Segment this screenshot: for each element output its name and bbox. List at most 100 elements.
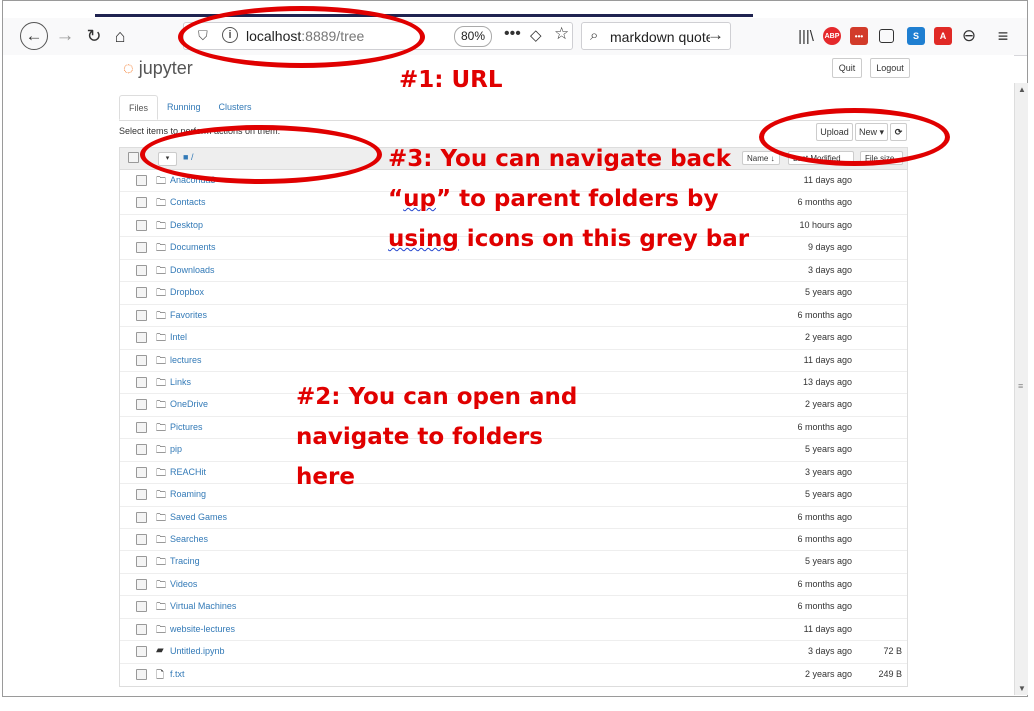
- library-button[interactable]: |||\: [796, 23, 816, 49]
- account-button[interactable]: ⊖: [959, 23, 979, 49]
- tab-clusters[interactable]: Clusters: [210, 95, 261, 120]
- row-checkbox[interactable]: [136, 511, 147, 523]
- row-checkbox[interactable]: [136, 578, 147, 590]
- file-row[interactable]: ▰ Untitled.ipynb 3 days ago 72 B: [120, 641, 907, 664]
- file-name-link[interactable]: REACHit: [170, 467, 206, 477]
- menu-button[interactable]: ≡: [993, 23, 1013, 49]
- file-row[interactable]: 🗀 lectures 11 days ago: [120, 350, 907, 372]
- file-modified: 11 days ago: [803, 175, 852, 185]
- file-name-link[interactable]: pip: [170, 444, 182, 454]
- row-checkbox[interactable]: [136, 332, 147, 344]
- file-row[interactable]: 🗀 Roaming 5 years ago: [120, 484, 907, 507]
- forward-button[interactable]: →: [55, 23, 75, 49]
- row-checkbox[interactable]: [136, 264, 147, 276]
- file-name-link[interactable]: Downloads: [170, 265, 215, 275]
- logout-button[interactable]: Logout: [870, 58, 910, 78]
- row-checkbox[interactable]: [136, 197, 147, 209]
- file-name-link[interactable]: Tracing: [170, 556, 200, 566]
- file-row[interactable]: 🗀 Intel 2 years ago: [120, 327, 907, 350]
- reload-button[interactable]: ↻: [83, 23, 105, 49]
- file-name-link[interactable]: lectures: [170, 355, 202, 365]
- quit-button[interactable]: Quit: [832, 58, 862, 78]
- search-bar[interactable]: ⌕ markdown quote l →: [581, 22, 731, 50]
- s-extension-icon[interactable]: S: [907, 27, 925, 45]
- file-row[interactable]: 🗀 website-lectures 11 days ago: [120, 619, 907, 642]
- scroll-grip-icon[interactable]: ≡: [1018, 381, 1023, 391]
- file-name-link[interactable]: Roaming: [170, 489, 206, 499]
- folder-icon: 🗀: [156, 243, 166, 255]
- file-name-link[interactable]: Intel: [170, 332, 187, 342]
- file-row[interactable]: 🗀 Tracing 5 years ago: [120, 551, 907, 574]
- row-checkbox[interactable]: [136, 534, 147, 545]
- row-checkbox[interactable]: [136, 242, 147, 254]
- annotation-navigate-line2-rest: ” to parent folders by: [435, 186, 719, 212]
- file-name-link[interactable]: OneDrive: [170, 399, 208, 409]
- file-name-link[interactable]: Videos: [170, 579, 197, 589]
- back-button[interactable]: ←: [20, 22, 48, 50]
- row-checkbox[interactable]: [136, 309, 147, 321]
- s-label: S: [912, 31, 919, 41]
- scroll-up-icon[interactable]: ▲: [1018, 85, 1026, 94]
- file-name-link[interactable]: Links: [170, 377, 191, 387]
- row-checkbox[interactable]: [136, 668, 147, 680]
- row-checkbox[interactable]: [136, 556, 147, 568]
- home-button[interactable]: ⌂: [109, 23, 131, 49]
- file-name-link[interactable]: Pictures: [170, 422, 203, 432]
- file-row[interactable]: 🗀 Saved Games 6 months ago: [120, 507, 907, 529]
- file-row[interactable]: 🗀 Dropbox 5 years ago: [120, 282, 907, 305]
- file-row[interactable]: 🗀 Videos 6 months ago: [120, 574, 907, 597]
- row-checkbox[interactable]: [136, 287, 147, 299]
- row-checkbox[interactable]: [136, 399, 147, 411]
- file-name-link[interactable]: Favorites: [170, 310, 207, 320]
- row-checkbox[interactable]: [136, 175, 147, 186]
- row-checkbox[interactable]: [136, 421, 147, 433]
- annotation-ring-url: [178, 6, 425, 68]
- sort-name-button[interactable]: Name ↓: [742, 151, 780, 165]
- file-row[interactable]: 🗀 Virtual Machines 6 months ago: [120, 596, 907, 619]
- jupyter-logo[interactable]: ◌ jupyter: [123, 58, 193, 79]
- row-checkbox[interactable]: [136, 489, 147, 501]
- page-scrollbar[interactable]: ▲ ≡ ▼: [1014, 83, 1028, 695]
- feed-icon[interactable]: •••: [850, 27, 868, 45]
- row-checkbox[interactable]: [136, 466, 147, 478]
- file-name-link[interactable]: Documents: [170, 242, 216, 252]
- file-modified: 3 days ago: [807, 646, 852, 657]
- search-input[interactable]: markdown quote l: [610, 29, 710, 45]
- more-actions-icon[interactable]: •••: [504, 25, 521, 43]
- file-row[interactable]: 🗀 Favorites 6 months ago: [120, 305, 907, 328]
- pdf-icon[interactable]: A: [934, 27, 952, 45]
- file-name-link[interactable]: Contacts: [170, 197, 206, 207]
- row-checkbox[interactable]: [136, 601, 147, 613]
- file-modified: 6 months ago: [797, 601, 852, 612]
- file-name-link[interactable]: Untitled.ipynb: [170, 646, 225, 656]
- file-row[interactable]: 🗀 REACHit 3 years ago: [120, 462, 907, 485]
- row-checkbox[interactable]: [136, 646, 147, 658]
- file-name-link[interactable]: Searches: [170, 534, 208, 544]
- row-checkbox[interactable]: [136, 623, 147, 635]
- row-checkbox[interactable]: [136, 376, 147, 388]
- row-checkbox[interactable]: [136, 354, 147, 366]
- file-name-link[interactable]: Desktop: [170, 220, 203, 230]
- row-checkbox[interactable]: [136, 444, 147, 456]
- search-go-icon[interactable]: →: [707, 25, 724, 45]
- file-name-link[interactable]: Dropbox: [170, 287, 204, 297]
- file-name-link[interactable]: website-lectures: [170, 624, 235, 634]
- select-all-checkbox[interactable]: [128, 152, 139, 163]
- file-modified: 5 years ago: [804, 287, 852, 298]
- file-row[interactable]: 🗋 f.txt 2 years ago 249 B: [120, 664, 907, 686]
- file-modified: 11 days ago: [803, 354, 852, 365]
- scroll-down-icon[interactable]: ▼: [1018, 684, 1026, 693]
- tab-running[interactable]: Running: [158, 95, 210, 120]
- tab-files[interactable]: Files: [119, 95, 159, 120]
- zoom-badge[interactable]: 80%: [454, 26, 492, 47]
- bookmark-star-icon[interactable]: ☆: [554, 24, 569, 44]
- file-name-link[interactable]: Saved Games: [170, 512, 227, 522]
- file-name-link[interactable]: Virtual Machines: [170, 601, 236, 611]
- file-name-link[interactable]: f.txt: [170, 669, 185, 679]
- pocket-icon[interactable]: ◇: [530, 26, 542, 44]
- file-row[interactable]: 🗀 Searches 6 months ago: [120, 529, 907, 552]
- file-row[interactable]: 🗀 Downloads 3 days ago: [120, 260, 907, 283]
- sidebar-icon[interactable]: [879, 29, 894, 43]
- abp-icon[interactable]: ABP: [823, 27, 841, 45]
- row-checkbox[interactable]: [136, 219, 147, 231]
